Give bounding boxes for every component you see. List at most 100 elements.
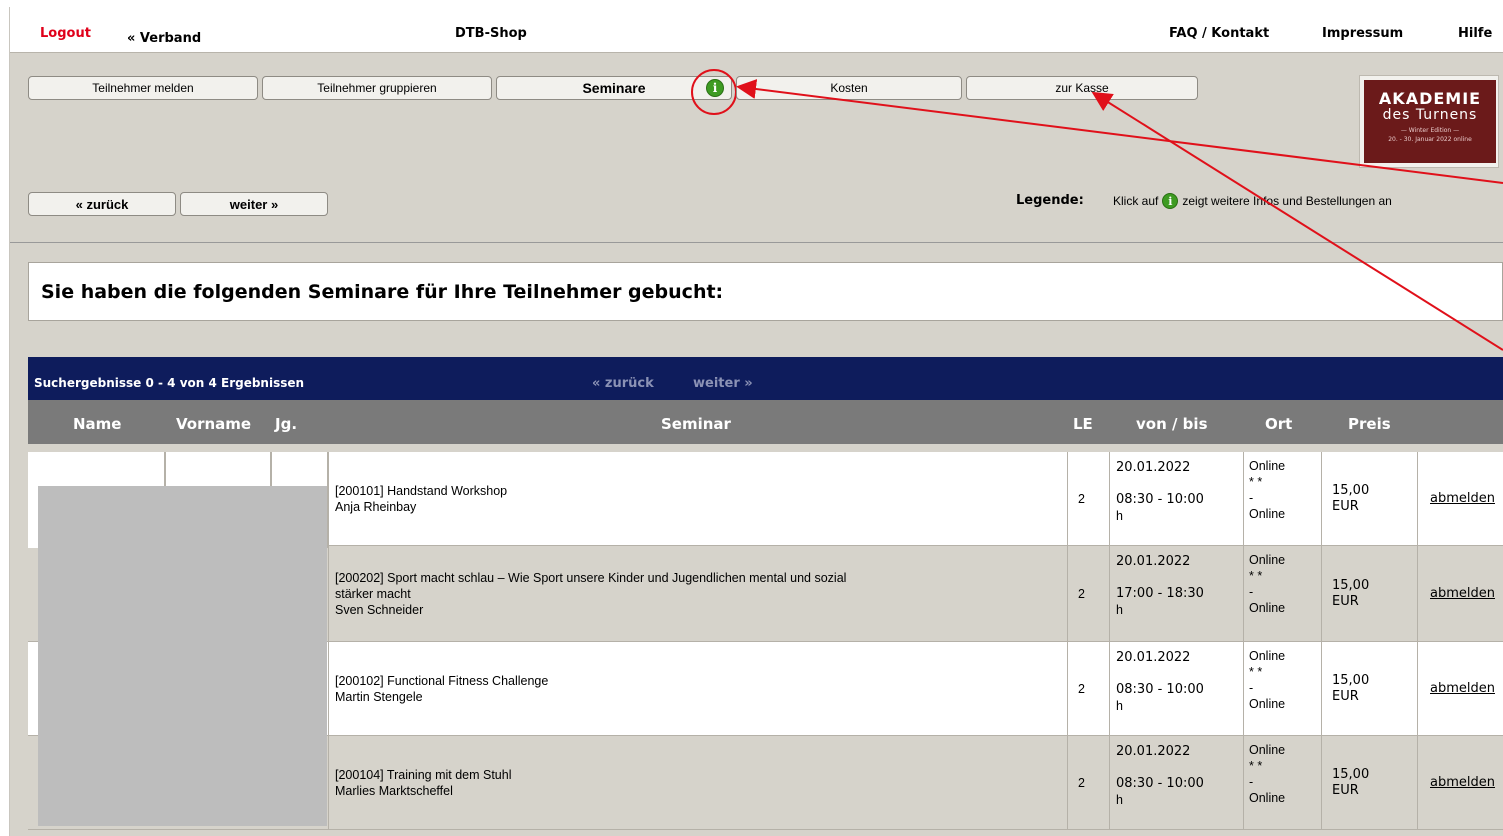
col-von-bis: von / bis	[1136, 415, 1208, 433]
ort-cell: Online * * - Online	[1243, 736, 1321, 829]
ort-line-1: Online	[1249, 459, 1286, 473]
action-cell: abmelden	[1417, 546, 1503, 641]
abmelden-link[interactable]: abmelden	[1430, 681, 1495, 696]
preis-currency: EUR	[1332, 782, 1359, 798]
col-vorname: Vorname	[176, 415, 252, 433]
logo-line-2: des Turnens	[1382, 107, 1478, 123]
heading-box: Sie haben die folgenden Seminare für Ihr…	[28, 262, 1503, 321]
seminar-cell: [200104] Training mit dem Stuhl Marlies …	[328, 736, 1067, 829]
table-header: Name Vorname Jg. Seminar LE von / bis Or…	[28, 400, 1503, 444]
akademie-logo: AKADEMIE des Turnens — Winter Edition — …	[1359, 75, 1499, 168]
col-jg: Jg.	[275, 415, 298, 433]
header-gap	[28, 444, 1503, 452]
le-cell: 2	[1067, 736, 1109, 829]
preis-cell: 15,00 EUR	[1321, 546, 1417, 641]
preis-cell: 15,00 EUR	[1321, 736, 1417, 829]
ort-line-1: Online	[1249, 649, 1286, 663]
highlight-circle	[691, 69, 737, 115]
col-name: Name	[73, 415, 122, 433]
seminar-date: 20.01.2022	[1116, 650, 1191, 665]
seminar-time: 08:30 - 10:00	[1116, 492, 1204, 507]
ort-line-4: Online	[1249, 507, 1286, 521]
ort-line-1: Online	[1249, 743, 1286, 757]
abmelden-link[interactable]: abmelden	[1430, 491, 1495, 506]
results-bar: Suchergebnisse 0 - 4 von 4 Ergebnissen «…	[28, 357, 1503, 400]
preis-cell: 15,00 EUR	[1321, 642, 1417, 735]
ort-line-2: * *	[1249, 475, 1263, 489]
preis-currency: EUR	[1332, 688, 1359, 704]
seminar-cell: [200101] Handstand Workshop Anja Rheinba…	[328, 452, 1067, 545]
ort-line-1: Online	[1249, 553, 1286, 567]
tab-zur-kasse[interactable]: zur Kasse	[966, 76, 1198, 100]
top-navigation: Logout « Verband DTB-Shop FAQ / Kontakt …	[10, 7, 1503, 52]
action-cell: abmelden	[1417, 452, 1503, 545]
seminar-lecturer: Martin Stengele	[335, 689, 423, 704]
seminar-time: 08:30 - 10:00	[1116, 776, 1204, 791]
seminar-time-unit: h	[1116, 699, 1123, 713]
results-count: Suchergebnisse 0 - 4 von 4 Ergebnissen	[34, 376, 305, 390]
back-button[interactable]: « zurück	[28, 192, 176, 216]
date-cell: 20.01.2022 08:30 - 10:00 h	[1109, 736, 1243, 829]
seminar-time-unit: h	[1116, 793, 1123, 807]
shop-title: DTB-Shop	[455, 26, 527, 41]
col-preis: Preis	[1348, 415, 1391, 433]
seminar-date: 20.01.2022	[1116, 460, 1191, 475]
help-link[interactable]: Hilfe	[1458, 26, 1492, 41]
seminar-lecturer: Sven Schneider	[335, 602, 424, 617]
impressum-link[interactable]: Impressum	[1322, 26, 1403, 41]
ort-line-2: * *	[1249, 759, 1263, 773]
col-seminar: Seminar	[661, 415, 731, 433]
col-ort: Ort	[1265, 415, 1293, 433]
preis-amount: 15,00	[1332, 672, 1370, 688]
logo-line-3: — Winter Edition —	[1400, 127, 1460, 134]
seminar-title: [200104] Training mit dem Stuhl	[335, 767, 512, 782]
seminar-cell: [200102] Functional Fitness Challenge Ma…	[328, 642, 1067, 735]
abmelden-link[interactable]: abmelden	[1430, 775, 1495, 790]
tab-teilnehmer-melden[interactable]: Teilnehmer melden	[28, 76, 258, 100]
results-next-link[interactable]: weiter »	[693, 376, 753, 391]
le-cell: 2	[1067, 642, 1109, 735]
action-cell: abmelden	[1417, 642, 1503, 735]
redacted-area	[38, 486, 327, 826]
ort-cell: Online * * - Online	[1243, 546, 1321, 641]
faq-contact-link[interactable]: FAQ / Kontakt	[1169, 26, 1269, 41]
seminar-title: [200102] Functional Fitness Challenge	[335, 673, 549, 688]
legend-text-before: Klick auf	[1113, 194, 1159, 208]
ort-line-2: * *	[1249, 665, 1263, 679]
legend-text-after: zeigt weitere Infos und Bestellungen an	[1182, 194, 1392, 208]
logo-line-1: AKADEMIE	[1378, 89, 1482, 108]
logout-link[interactable]: Logout	[40, 26, 91, 41]
col-le: LE	[1073, 415, 1093, 433]
preis-amount: 15,00	[1332, 482, 1370, 498]
date-cell: 20.01.2022 08:30 - 10:00 h	[1109, 642, 1243, 735]
tab-teilnehmer-gruppieren[interactable]: Teilnehmer gruppieren	[262, 76, 492, 100]
preis-currency: EUR	[1332, 593, 1359, 609]
verband-link[interactable]: « Verband	[127, 31, 201, 46]
akademie-logo-inner: AKADEMIE des Turnens — Winter Edition — …	[1364, 80, 1496, 163]
seminar-date: 20.01.2022	[1116, 554, 1191, 569]
seminar-time: 08:30 - 10:00	[1116, 682, 1204, 697]
ort-line-3: -	[1249, 491, 1254, 505]
date-cell: 20.01.2022 08:30 - 10:00 h	[1109, 452, 1243, 545]
preis-cell: 15,00 EUR	[1321, 452, 1417, 545]
preis-currency: EUR	[1332, 498, 1359, 514]
seminar-date: 20.01.2022	[1116, 744, 1191, 759]
action-cell: abmelden	[1417, 736, 1503, 829]
next-button[interactable]: weiter »	[180, 192, 328, 216]
preis-amount: 15,00	[1332, 577, 1370, 593]
ort-line-4: Online	[1249, 791, 1286, 805]
abmelden-link[interactable]: abmelden	[1430, 586, 1495, 601]
seminar-title: [200202] Sport macht schlau – Wie Sport …	[335, 570, 847, 585]
seminar-title: [200101] Handstand Workshop	[335, 483, 508, 498]
tab-kosten[interactable]: Kosten	[736, 76, 962, 100]
ort-line-3: -	[1249, 775, 1254, 789]
ort-cell: Online * * - Online	[1243, 452, 1321, 545]
ort-line-4: Online	[1249, 601, 1286, 615]
logo-line-4: 20. - 30. Januar 2022 online	[1388, 136, 1472, 143]
seminar-lecturer: Anja Rheinbay	[335, 499, 417, 514]
ort-cell: Online * * - Online	[1243, 642, 1321, 735]
ort-line-3: -	[1249, 585, 1254, 599]
legend-info-icon: i	[1162, 193, 1179, 209]
legend-text: Klick auf i zeigt weitere Infos und Best…	[1113, 193, 1392, 209]
results-prev-link[interactable]: « zurück	[592, 376, 654, 391]
